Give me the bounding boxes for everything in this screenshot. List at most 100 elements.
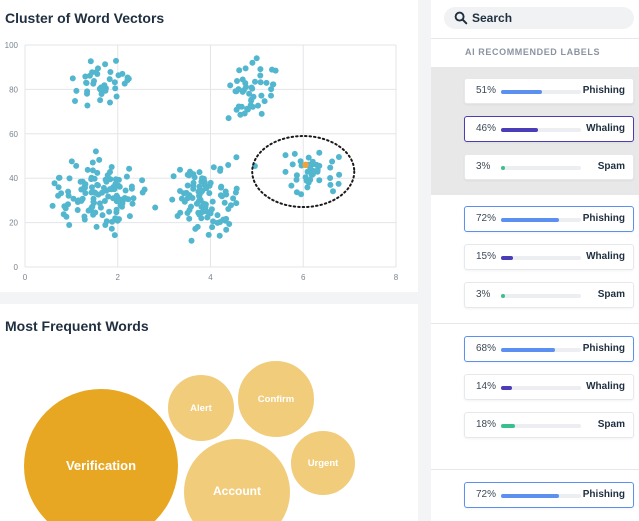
data-point <box>94 71 101 77</box>
label-option-spam[interactable]: 18% Spam <box>464 412 634 438</box>
word-bubble[interactable]: Confirm <box>236 359 316 439</box>
word-bubble[interactable]: Urgent <box>289 429 357 497</box>
data-point <box>269 66 275 73</box>
data-point <box>114 217 121 224</box>
label-confidence: 51% <box>476 85 497 96</box>
data-point <box>68 158 75 165</box>
data-point <box>81 216 88 223</box>
highlighted-data-point[interactable] <box>302 161 309 169</box>
data-point <box>225 162 232 168</box>
data-point <box>103 178 110 185</box>
data-point <box>253 55 260 62</box>
recommended-labels-header: AI RECOMMENDED LABELS <box>465 47 601 57</box>
data-point <box>97 97 104 104</box>
data-point <box>95 65 101 72</box>
label-name: Whaling <box>586 251 625 262</box>
data-point <box>226 221 233 227</box>
search-input[interactable]: Search <box>444 7 634 29</box>
data-point <box>308 172 315 178</box>
word-bubble[interactable]: Account <box>182 437 292 521</box>
label-option-whaling[interactable]: 14% Whaling <box>464 374 634 400</box>
data-point <box>236 67 243 74</box>
data-point <box>125 75 132 82</box>
group-divider <box>431 469 639 470</box>
label-option-whaling[interactable]: 15% Whaling <box>464 244 634 270</box>
data-point <box>96 156 103 163</box>
data-point <box>255 102 261 109</box>
data-point <box>223 215 230 222</box>
data-point <box>257 79 264 86</box>
label-name: Phishing <box>582 343 625 354</box>
data-point <box>126 165 133 172</box>
data-point <box>84 102 91 109</box>
data-point <box>293 189 300 196</box>
label-name: Spam <box>597 161 625 172</box>
data-point <box>87 58 94 65</box>
confidence-bar <box>501 90 581 94</box>
data-point <box>214 219 221 226</box>
label-option-spam[interactable]: 3% Spam <box>464 154 634 180</box>
data-point <box>82 73 89 80</box>
data-point <box>94 181 101 188</box>
data-point <box>291 150 298 157</box>
label-confidence: 68% <box>476 343 497 354</box>
data-point <box>56 174 63 181</box>
data-point <box>246 90 253 97</box>
data-point <box>201 179 208 186</box>
data-point <box>106 76 113 83</box>
label-option-whaling[interactable]: 46% Whaling <box>464 116 634 142</box>
data-point <box>282 168 289 175</box>
label-option-phishing[interactable]: 72% Phishing <box>464 206 634 232</box>
label-name: Whaling <box>586 381 625 392</box>
data-point <box>94 169 101 176</box>
data-point <box>214 212 221 219</box>
data-point <box>187 193 194 200</box>
data-point <box>235 86 242 93</box>
data-point <box>139 177 146 184</box>
data-point <box>184 171 191 178</box>
confidence-bar-fill <box>501 256 513 260</box>
label-option-phishing[interactable]: 51% Phishing <box>464 78 634 104</box>
data-point <box>178 195 185 202</box>
data-point <box>112 85 119 92</box>
confidence-bar-fill <box>501 294 505 298</box>
confidence-bar-fill <box>501 128 538 132</box>
data-point <box>199 187 206 194</box>
data-point <box>240 87 247 94</box>
data-point <box>106 208 113 215</box>
data-point <box>92 148 99 155</box>
data-point <box>329 158 336 165</box>
data-point <box>217 167 224 174</box>
data-point <box>242 80 249 87</box>
label-option-phishing[interactable]: 72% Phishing <box>464 482 634 508</box>
label-confidence: 18% <box>476 419 497 430</box>
label-option-phishing[interactable]: 68% Phishing <box>464 336 634 362</box>
word-bubble-label: Confirm <box>258 394 294 405</box>
label-option-spam[interactable]: 3% Spam <box>464 282 634 308</box>
data-point <box>247 102 254 109</box>
data-point <box>313 161 320 168</box>
data-point <box>84 166 91 173</box>
word-bubble[interactable]: Verification <box>22 387 180 521</box>
confidence-bar <box>501 166 581 170</box>
label-name: Spam <box>597 289 625 300</box>
label-name: Phishing <box>582 213 625 224</box>
data-point <box>126 213 133 220</box>
data-point <box>227 82 234 89</box>
data-point <box>108 225 115 232</box>
data-point <box>58 190 65 197</box>
data-point <box>288 182 295 189</box>
data-point <box>139 189 146 196</box>
data-point <box>268 92 274 99</box>
cluster-scatter-plot: 0 20 40 60 80 100 0 2 4 6 8 <box>5 41 399 282</box>
label-name: Phishing <box>582 489 625 500</box>
word-bubbles-card: Most Frequent Words Verification Alert Con… <box>0 304 418 521</box>
data-point <box>335 154 342 160</box>
data-point <box>169 196 176 203</box>
search-icon <box>454 11 468 25</box>
word-bubble[interactable]: Alert <box>166 373 236 443</box>
data-point <box>233 200 240 207</box>
data-point <box>209 198 216 205</box>
data-point <box>335 180 342 187</box>
data-point <box>233 154 240 161</box>
